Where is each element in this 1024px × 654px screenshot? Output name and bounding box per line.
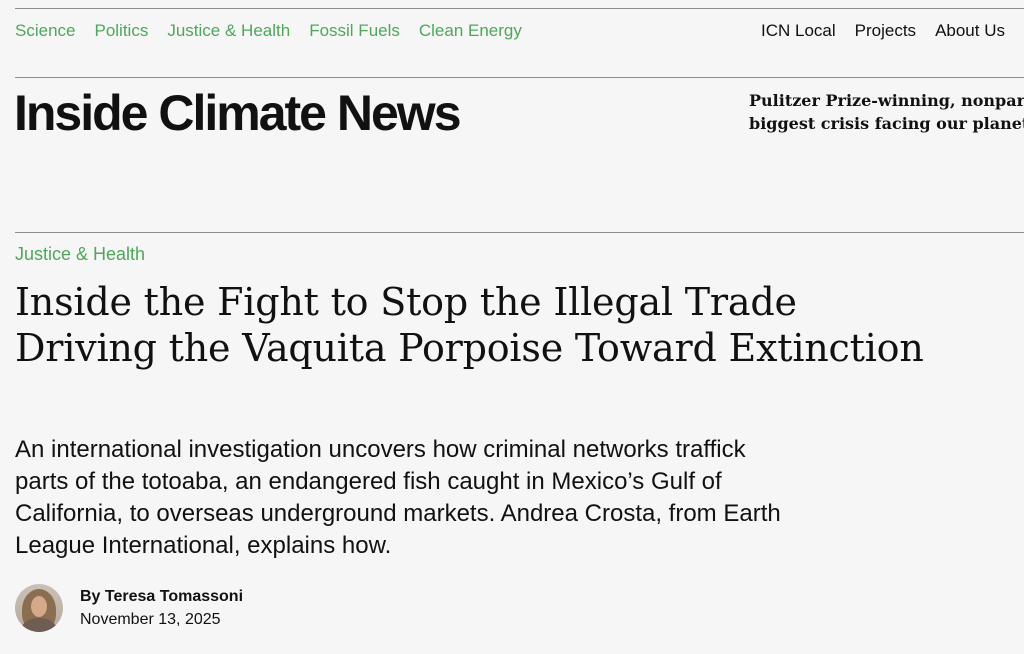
avatar-face xyxy=(31,596,47,617)
nav-justice-health-link[interactable]: Justice & Health xyxy=(167,21,290,41)
top-divider xyxy=(15,8,1024,9)
header-divider xyxy=(15,77,1024,78)
article-headline: Inside the Fight to Stop the Illegal Tra… xyxy=(15,280,924,370)
secondary-nav: ICN Local Projects About Us xyxy=(761,21,1005,41)
publish-date: November 13, 2025 xyxy=(80,610,221,628)
tagline-line-1: Pulitzer Prize-winning, nonparti xyxy=(749,91,1024,110)
site-logo[interactable]: Inside Climate News xyxy=(14,84,461,142)
nav-projects-link[interactable]: Projects xyxy=(855,21,916,41)
nav-about-us-link[interactable]: About Us xyxy=(935,21,1005,41)
byline-text: By Teresa Tomassoni November 13, 2025 xyxy=(80,587,243,630)
nav-clean-energy-link[interactable]: Clean Energy xyxy=(419,21,522,41)
nav-fossil-fuels-link[interactable]: Fossil Fuels xyxy=(309,21,400,41)
article-category-link[interactable]: Justice & Health xyxy=(15,244,145,265)
author-avatar[interactable] xyxy=(15,584,63,632)
nav-icn-local-link[interactable]: ICN Local xyxy=(761,21,836,41)
article-divider xyxy=(15,232,1024,233)
primary-topic-nav: Science Politics Justice & Health Fossil… xyxy=(15,21,522,41)
article-byline: By Teresa Tomassoni November 13, 2025 xyxy=(15,584,243,632)
author-name[interactable]: By Teresa Tomassoni xyxy=(80,587,243,607)
article-summary: An international investigation uncovers … xyxy=(15,436,781,559)
tagline-line-2: biggest crisis facing our planet. xyxy=(749,114,1024,133)
nav-politics-link[interactable]: Politics xyxy=(94,21,148,41)
site-tagline: Pulitzer Prize-winning, nonparti biggest… xyxy=(749,89,1024,135)
article-page: Science Politics Justice & Health Fossil… xyxy=(0,0,1024,654)
nav-science-link[interactable]: Science xyxy=(15,21,75,41)
